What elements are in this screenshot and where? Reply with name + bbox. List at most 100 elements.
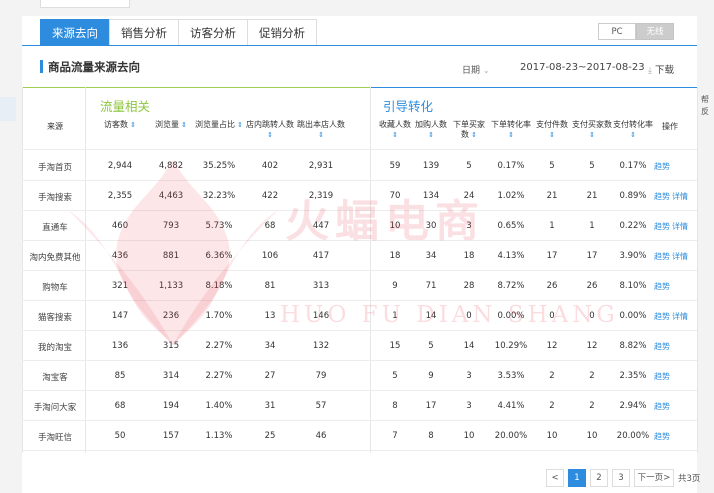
trend-link[interactable]: 趋势 (654, 191, 670, 202)
side-text-feedback[interactable]: 反 (701, 106, 709, 118)
sort-icon[interactable]: ⇕ (469, 131, 477, 139)
tab-sales[interactable]: 销售分析 (109, 19, 179, 46)
table-cell: 8.18% (205, 281, 233, 291)
table-cell: 132 (312, 341, 330, 351)
left-nav-marker[interactable] (0, 97, 16, 121)
column-header-label: 加购人数 (415, 120, 447, 129)
table-cell: 4,882 (158, 161, 184, 171)
trend-link[interactable]: 趋势 (654, 281, 670, 292)
column-header[interactable]: 支付件数 ⇕ (533, 120, 571, 140)
table-cell: 5 (549, 161, 555, 171)
column-header[interactable]: 支付买家数 ⇕ (572, 120, 612, 140)
table-cell: 194 (162, 401, 180, 411)
table-cell: 313 (312, 281, 330, 291)
table-cell: 314 (162, 371, 180, 381)
table-cell: 12 (586, 341, 598, 351)
table-cell: 2.35% (619, 371, 647, 381)
table-cell: 8.10% (619, 281, 647, 291)
column-header[interactable]: 下单买家数 ⇕ (450, 120, 488, 140)
sort-icon[interactable]: ⇕ (267, 131, 273, 139)
table-cell: 59 (389, 161, 401, 171)
column-header[interactable]: 店内跳转人数 ⇕ (242, 120, 298, 140)
watermark-subtext: HUO FU DIAN SHANG (280, 302, 619, 328)
right-float-bar[interactable]: 帮 反 (697, 0, 714, 493)
column-header[interactable]: 跳出本店人数 ⇕ (294, 120, 348, 140)
trend-link[interactable]: 趋势 (654, 251, 670, 262)
column-header-label: 浏览量 (154, 120, 179, 129)
next-page-button[interactable]: 下一页> (634, 469, 674, 487)
column-header[interactable]: 收藏人数 ⇕ (376, 120, 414, 140)
table-cell: 7 (392, 431, 398, 441)
trend-link[interactable]: 趋势 (654, 341, 670, 352)
table-cell: 0.17% (497, 161, 525, 171)
device-pc-button[interactable]: PC (598, 23, 636, 40)
column-header[interactable]: 支付转化率 ⇕ (613, 120, 653, 140)
trend-link[interactable]: 趋势 (654, 311, 670, 322)
column-header[interactable]: 下单转化率 ⇕ (491, 120, 531, 140)
trend-link[interactable]: 趋势 (654, 371, 670, 382)
sort-icon[interactable]: ⇕ (179, 121, 187, 129)
date-range[interactable]: 2017-08-23~2017-08-23 (520, 62, 645, 73)
table-cell: 20.00% (616, 431, 650, 441)
table-cell: 9 (392, 281, 398, 291)
table-cell: 21 (546, 191, 558, 201)
column-divider (697, 87, 698, 453)
table-row-source: 购物车 (42, 283, 68, 293)
download-button[interactable]: ⤓ 下载 (648, 62, 674, 76)
detail-link[interactable]: 详情 (672, 311, 688, 322)
table-row-source: 手淘问大家 (33, 403, 77, 413)
page-button[interactable]: 2 (590, 469, 608, 487)
sort-icon[interactable]: ⇕ (589, 131, 595, 139)
trend-link[interactable]: 趋势 (654, 221, 670, 232)
sort-icon[interactable]: ⇕ (428, 131, 434, 139)
prev-page-button[interactable]: < (546, 469, 564, 487)
tab-source[interactable]: 来源去向 (40, 19, 110, 46)
sort-icon[interactable]: ⇕ (549, 131, 555, 139)
column-header-label: 操作 (662, 122, 678, 131)
sort-icon[interactable]: ⇕ (318, 131, 324, 139)
date-dropdown[interactable]: 日期 ⌄ (462, 63, 490, 76)
table-cell: 1.70% (205, 311, 233, 321)
table-cell: 5 (589, 161, 595, 171)
table-cell: 321 (111, 281, 129, 291)
table-cell: 136 (111, 341, 129, 351)
sort-icon[interactable]: ⇕ (128, 121, 136, 129)
table-row-source: 猫客搜索 (37, 313, 72, 323)
side-text-help[interactable]: 帮 (701, 94, 709, 106)
table-row-source: 手淘首页 (37, 163, 72, 173)
table-cell: 5 (466, 161, 472, 171)
tab-visitors[interactable]: 访客分析 (178, 19, 248, 46)
trend-link[interactable]: 趋势 (654, 431, 670, 442)
table-cell: 81 (264, 281, 276, 291)
table-cell: 27 (264, 371, 276, 381)
column-header[interactable]: 加购人数 ⇕ (412, 120, 450, 140)
trend-link[interactable]: 趋势 (654, 161, 670, 172)
column-header[interactable]: 访客数 ⇕ (98, 120, 142, 130)
sort-icon[interactable]: ⇕ (630, 131, 636, 139)
detail-link[interactable]: 详情 (672, 251, 688, 262)
table-cell: 10.29% (494, 341, 528, 351)
sort-icon[interactable]: ⇕ (508, 131, 514, 139)
trend-link[interactable]: 趋势 (654, 401, 670, 412)
sort-icon[interactable]: ⇕ (392, 131, 398, 139)
table-row-source: 我的淘宝 (37, 343, 72, 353)
total-pages: 共3页 (678, 474, 701, 484)
page-button[interactable]: 3 (612, 469, 630, 487)
column-header[interactable]: 浏览量 ⇕ (146, 120, 196, 130)
table-cell: 20.00% (494, 431, 528, 441)
detail-link[interactable]: 详情 (672, 191, 688, 202)
page-button[interactable]: 1 (568, 469, 586, 487)
detail-link[interactable]: 详情 (672, 221, 688, 232)
next-page-label: 下一页 (637, 473, 664, 483)
column-header[interactable]: 浏览量占比 ⇕ (194, 120, 244, 130)
table-cell: 460 (111, 221, 129, 231)
tab-promotion[interactable]: 促销分析 (247, 19, 317, 46)
row-divider (22, 420, 697, 421)
table-cell: 21 (586, 191, 598, 201)
row-divider (22, 390, 697, 391)
table-cell: 10 (546, 431, 558, 441)
traffic-group-line (22, 87, 370, 88)
table-cell: 31 (264, 401, 276, 411)
device-wireless-button[interactable]: 无线 (636, 23, 674, 40)
table-row-source: 淘内免费其他 (29, 253, 81, 263)
